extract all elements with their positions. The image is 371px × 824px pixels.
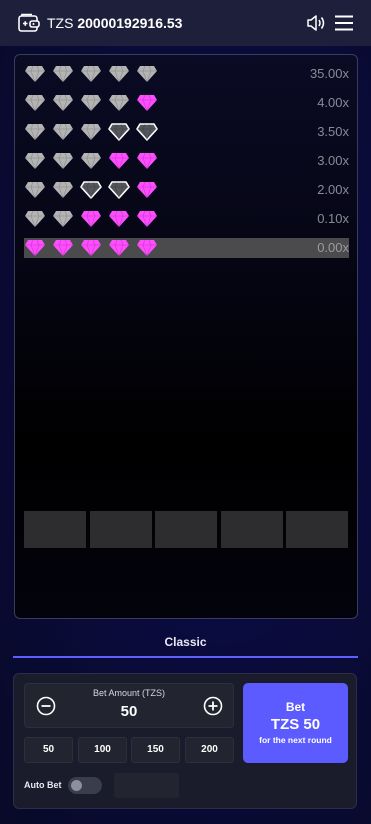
gem-grey-icon (137, 65, 157, 83)
bet-amount-box: Bet Amount (TZS) 50 (24, 683, 234, 728)
multiplier-label: 3.00x (317, 153, 349, 168)
toggle-knob (71, 780, 82, 791)
multiplier-label: 35.00x (309, 66, 349, 81)
multiplier-label: 3.50x (317, 124, 349, 139)
balance-display: TZS 20000192916.53 (47, 14, 182, 32)
gem-grey-icon (81, 94, 101, 112)
gem-grey-icon (25, 65, 45, 83)
balance-currency: TZS (47, 15, 74, 31)
tab-underline (13, 656, 358, 658)
reveal-slot (155, 511, 217, 548)
quick-amount-button[interactable]: 150 (131, 737, 180, 763)
bet-button-amount: TZS 50 (270, 716, 321, 733)
gem-pink-icon (137, 181, 157, 199)
gem-pink-icon (109, 152, 129, 170)
bet-button-title: Bet (285, 700, 306, 714)
gem-grey-icon (25, 210, 45, 228)
menu-icon[interactable] (334, 13, 354, 33)
plus-icon[interactable] (203, 696, 223, 716)
wallet-icon[interactable] (18, 13, 40, 33)
paytable-row: 3.00x (24, 151, 349, 171)
reveal-slot (89, 511, 152, 548)
minus-icon[interactable] (36, 696, 56, 716)
gem-grey-icon (81, 123, 101, 141)
gem-pink-icon (137, 210, 157, 228)
auto-bet-label: Auto Bet (24, 780, 62, 790)
gem-outline-icon (108, 181, 130, 199)
bet-button[interactable]: Bet TZS 50 for the next round (243, 683, 348, 763)
gem-pink-icon (137, 152, 157, 170)
reveal-slot (220, 511, 283, 548)
gem-grey-icon (109, 94, 129, 112)
gem-grey-icon (25, 123, 45, 141)
multiplier-label: 2.00x (317, 182, 349, 197)
gem-grey-icon (81, 152, 101, 170)
gem-grey-icon (53, 94, 73, 112)
gem-grey-icon (25, 152, 45, 170)
paytable-row: 35.00x (24, 64, 349, 84)
gem-grey-icon (25, 94, 45, 112)
paytable-row: 2.00x (24, 180, 349, 200)
gem-pink-icon (25, 239, 45, 257)
tab-classic[interactable]: Classic (0, 635, 371, 649)
auto-bet-field[interactable] (114, 773, 179, 798)
paytable-row: 0.00x (24, 238, 349, 258)
gem-pink-icon (137, 239, 157, 257)
reveal-slot (24, 511, 86, 548)
multiplier-label: 0.10x (317, 211, 349, 226)
gem-pink-icon (137, 94, 157, 112)
bet-amount-input[interactable]: 50 (25, 703, 233, 720)
multiplier-label: 4.00x (317, 95, 349, 110)
reveal-slot (286, 511, 348, 548)
reveal-slots (24, 511, 349, 548)
paytable-row: 4.00x (24, 93, 349, 113)
paytable-row: 0.10x (24, 209, 349, 229)
gem-outline-icon (136, 123, 158, 141)
gem-pink-icon (81, 239, 101, 257)
gem-pink-icon (81, 210, 101, 228)
multiplier-label: 0.00x (317, 240, 349, 255)
gem-grey-icon (53, 65, 73, 83)
bet-panel: Bet Amount (TZS) 50 50 100 150 200 Bet T… (13, 673, 357, 809)
bet-amount-label: Bet Amount (TZS) (92, 688, 166, 698)
gem-outline-icon (108, 123, 130, 141)
balance-amount: 20000192916.53 (77, 15, 183, 31)
gem-pink-icon (109, 239, 129, 257)
auto-bet-toggle[interactable] (68, 777, 102, 794)
gem-outline-icon (80, 181, 102, 199)
gem-pink-icon (53, 239, 73, 257)
quick-amount-button[interactable]: 50 (24, 737, 73, 763)
paytable-row: 3.50x (24, 122, 349, 142)
gem-grey-icon (25, 181, 45, 199)
top-bar: TZS 20000192916.53 (0, 0, 371, 46)
quick-amount-button[interactable]: 100 (78, 737, 127, 763)
gem-pink-icon (109, 210, 129, 228)
gem-grey-icon (53, 152, 73, 170)
sound-icon[interactable] (306, 13, 326, 33)
quick-amount-button[interactable]: 200 (185, 737, 234, 763)
gem-grey-icon (81, 65, 101, 83)
gem-grey-icon (53, 181, 73, 199)
game-board: 35.00x 4.00x 3.50x 3.00x 2.00x 0.10x 0.00x (14, 54, 358, 619)
gem-grey-icon (109, 65, 129, 83)
bet-button-subtitle: for the next round (259, 735, 332, 745)
gem-grey-icon (53, 123, 73, 141)
gem-grey-icon (53, 210, 73, 228)
